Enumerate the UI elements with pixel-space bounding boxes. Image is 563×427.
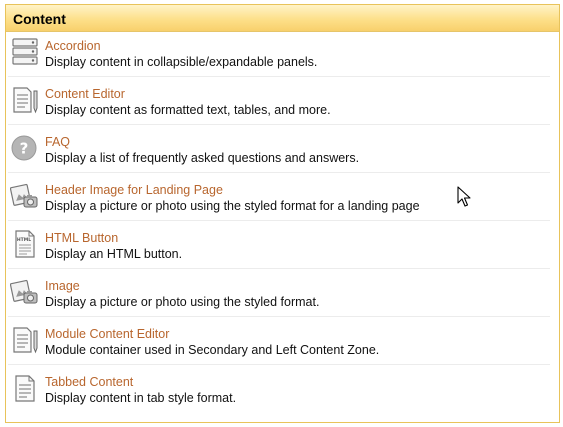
item-description: Display a picture or photo using the sty… — [45, 295, 320, 309]
list-item-tabbed-content[interactable]: Tabbed Content Display content in tab st… — [8, 365, 550, 412]
item-description: Display an HTML button. — [45, 247, 183, 261]
item-title[interactable]: Module Content Editor — [45, 327, 169, 341]
tabbed-content-icon — [15, 375, 35, 402]
list-item-html-button[interactable]: HTML HTML Button Display an HTML button. — [8, 221, 550, 269]
panel-header: Content — [6, 5, 559, 32]
list-item-content-editor[interactable]: Content Editor Display content as format… — [8, 77, 550, 125]
image-icon — [10, 279, 38, 304]
item-title[interactable]: Content Editor — [45, 87, 125, 101]
image-icon — [10, 183, 38, 208]
list-item-faq[interactable]: ? FAQ Display a list of frequently asked… — [8, 125, 550, 173]
item-description: Display a picture or photo using the sty… — [45, 199, 420, 213]
html-file-icon: HTML — [15, 230, 35, 258]
content-editor-icon — [13, 327, 38, 354]
svg-text:HTML: HTML — [17, 237, 31, 243]
item-description: Display content in tab style format. — [45, 391, 237, 405]
list-item-module-content-editor[interactable]: Module Content Editor Module container u… — [8, 317, 550, 365]
item-description: Module container used in Secondary and L… — [45, 343, 380, 357]
item-description: Display content in collapsible/expandabl… — [45, 55, 318, 69]
content-editor-icon — [13, 87, 38, 114]
item-title[interactable]: HTML Button — [45, 231, 118, 245]
accordion-icon — [12, 38, 38, 65]
question-icon: ? — [11, 135, 37, 161]
item-title[interactable]: Tabbed Content — [45, 375, 133, 389]
item-title[interactable]: Accordion — [45, 39, 101, 53]
svg-text:?: ? — [20, 140, 29, 158]
content-type-list: Accordion Display content in collapsible… — [8, 29, 550, 412]
item-title[interactable]: Image — [45, 279, 80, 293]
item-description: Display a list of frequently asked quest… — [45, 151, 360, 165]
mouse-pointer-icon — [457, 186, 471, 207]
item-title[interactable]: FAQ — [45, 135, 70, 149]
item-title[interactable]: Header Image for Landing Page — [45, 183, 223, 197]
list-item-accordion[interactable]: Accordion Display content in collapsible… — [8, 29, 550, 77]
item-description: Display content as formatted text, table… — [45, 103, 331, 117]
list-item-image[interactable]: Image Display a picture or photo using t… — [8, 269, 550, 317]
